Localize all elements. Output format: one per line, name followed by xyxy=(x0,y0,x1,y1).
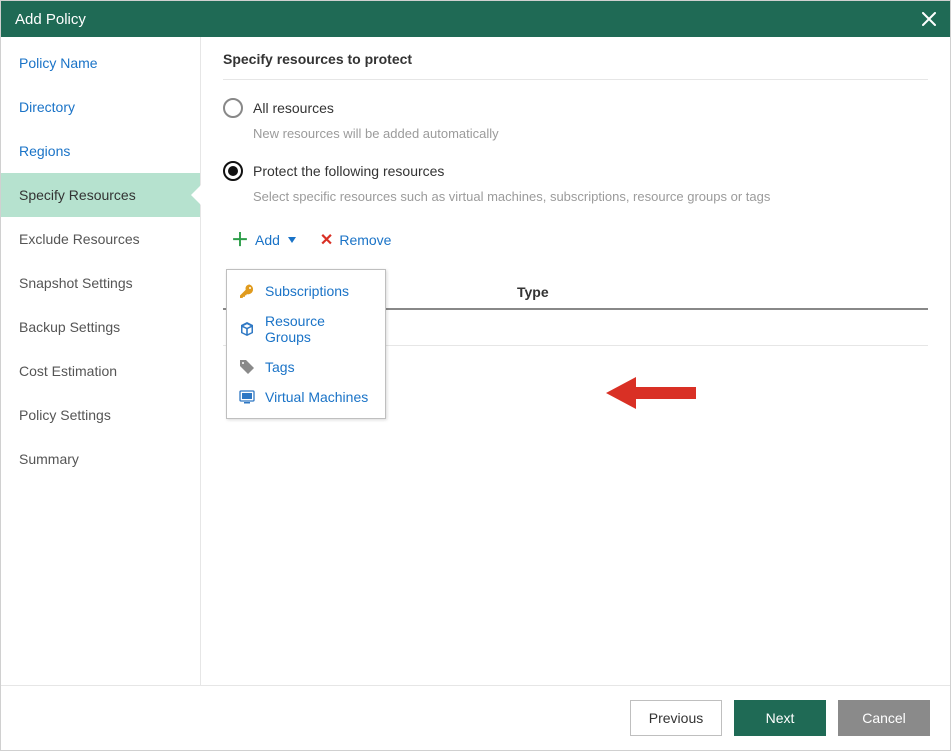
sidebar-item-directory[interactable]: Directory xyxy=(1,85,200,129)
sidebar-item-label: Policy Name xyxy=(19,55,98,71)
page-heading: Specify resources to protect xyxy=(223,51,928,80)
sidebar-item-label: Exclude Resources xyxy=(19,231,140,247)
option-all-hint: New resources will be added automaticall… xyxy=(253,126,928,141)
option-specific-hint: Select specific resources such as virtua… xyxy=(253,189,928,204)
sidebar-item-label: Policy Settings xyxy=(19,407,111,423)
sidebar-item-snapshot-settings: Snapshot Settings xyxy=(1,261,200,305)
dropdown-item-label: Virtual Machines xyxy=(265,389,368,405)
tag-icon xyxy=(239,359,255,375)
remove-label: Remove xyxy=(339,232,391,248)
remove-button[interactable]: ✕ Remove xyxy=(320,230,392,250)
dropdown-item-label: Subscriptions xyxy=(265,283,349,299)
dropdown-item-label: Tags xyxy=(265,359,295,375)
next-button[interactable]: Next xyxy=(734,700,826,736)
dropdown-item-resource-groups[interactable]: Resource Groups xyxy=(227,306,385,352)
dropdown-item-virtual-machines[interactable]: Virtual Machines xyxy=(227,382,385,412)
add-button[interactable]: ＋ Add xyxy=(231,231,296,249)
dialog-body: Policy Name Directory Regions Specify Re… xyxy=(1,37,950,685)
sidebar-item-label: Summary xyxy=(19,451,79,467)
sidebar-item-policy-name[interactable]: Policy Name xyxy=(1,41,200,85)
sidebar-item-backup-settings: Backup Settings xyxy=(1,305,200,349)
x-icon: ✕ xyxy=(320,230,333,250)
sidebar-item-regions[interactable]: Regions xyxy=(1,129,200,173)
cancel-button[interactable]: Cancel xyxy=(838,700,930,736)
chevron-down-icon xyxy=(288,237,296,243)
dropdown-item-label: Resource Groups xyxy=(265,313,373,345)
wizard-sidebar: Policy Name Directory Regions Specify Re… xyxy=(1,37,201,685)
dropdown-item-tags[interactable]: Tags xyxy=(227,352,385,382)
key-icon xyxy=(239,283,255,299)
sidebar-item-label: Directory xyxy=(19,99,75,115)
add-label: Add xyxy=(255,232,280,248)
sidebar-item-label: Cost Estimation xyxy=(19,363,117,379)
dialog-title: Add Policy xyxy=(15,11,86,28)
add-policy-dialog: Add Policy Policy Name Directory Regions… xyxy=(0,0,951,751)
radio-unchecked-icon[interactable] xyxy=(223,98,243,118)
sidebar-item-specify-resources[interactable]: Specify Resources xyxy=(1,173,200,217)
cube-icon xyxy=(239,321,255,337)
option-specific-label: Protect the following resources xyxy=(253,163,444,179)
option-all-label: All resources xyxy=(253,100,334,116)
vm-icon xyxy=(239,389,255,405)
resource-toolbar: ＋ Add ✕ Remove xyxy=(231,230,928,250)
sidebar-item-label: Snapshot Settings xyxy=(19,275,133,291)
sidebar-item-cost-estimation: Cost Estimation xyxy=(1,349,200,393)
annotation-arrow xyxy=(606,375,696,414)
previous-button[interactable]: Previous xyxy=(630,700,722,736)
button-label: Previous xyxy=(649,710,703,726)
button-label: Next xyxy=(766,710,795,726)
option-specific-resources[interactable]: Protect the following resources xyxy=(223,161,928,181)
main-panel: Specify resources to protect All resourc… xyxy=(201,37,950,685)
option-all-resources[interactable]: All resources xyxy=(223,98,928,118)
sidebar-item-policy-settings: Policy Settings xyxy=(1,393,200,437)
plus-icon: ＋ xyxy=(231,231,249,249)
column-type: Type xyxy=(517,284,549,300)
add-dropdown: Subscriptions Resource Groups Tags xyxy=(226,269,386,419)
sidebar-item-label: Backup Settings xyxy=(19,319,120,335)
titlebar: Add Policy xyxy=(1,1,950,37)
radio-checked-icon[interactable] xyxy=(223,161,243,181)
close-icon[interactable] xyxy=(918,8,940,30)
sidebar-item-exclude-resources: Exclude Resources xyxy=(1,217,200,261)
sidebar-item-label: Specify Resources xyxy=(19,187,136,203)
sidebar-item-label: Regions xyxy=(19,143,70,159)
button-label: Cancel xyxy=(862,710,906,726)
dropdown-item-subscriptions[interactable]: Subscriptions xyxy=(227,276,385,306)
dialog-footer: Previous Next Cancel xyxy=(1,685,950,750)
sidebar-item-summary: Summary xyxy=(1,437,200,481)
